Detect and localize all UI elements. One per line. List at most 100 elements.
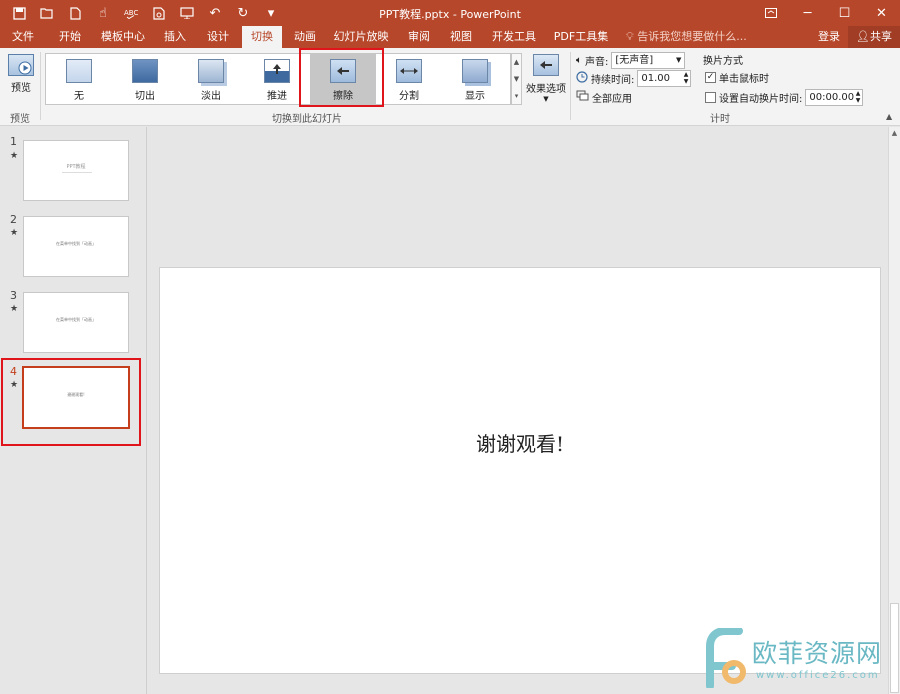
title-bar: ☝ ABC ↶ ↻ ▾ PPT教程.pptx - PowerPoint ─ ☐ … xyxy=(0,0,900,26)
share-label: 共享 xyxy=(869,30,892,43)
thumbnail-subtitle-line xyxy=(62,172,92,173)
preview-icon xyxy=(8,54,34,76)
print-preview-icon[interactable] xyxy=(146,3,172,23)
quick-access-toolbar: ☝ ABC ↶ ↻ ▾ xyxy=(6,3,284,23)
group-divider xyxy=(40,52,41,120)
chevron-down-icon: ▼ xyxy=(675,56,682,64)
auto-advance-checkbox[interactable] xyxy=(705,92,716,103)
slide-number: 3 xyxy=(10,289,17,302)
sound-label: 声音: xyxy=(585,57,609,68)
transition-none[interactable]: 无 xyxy=(46,54,112,104)
vertical-scrollbar[interactable]: ▲ xyxy=(888,127,900,694)
transition-label: 淡出 xyxy=(201,91,221,102)
spinner-arrows-icon[interactable]: ▲ ▼ xyxy=(684,71,689,85)
tab-animations[interactable]: 动画 xyxy=(288,26,322,48)
ribbon-display-icon[interactable] xyxy=(752,0,789,26)
gallery-scroll[interactable]: ▲ ▼ ▾ xyxy=(511,53,522,105)
preview-button[interactable]: 预览 xyxy=(4,52,38,98)
svg-text:ABC: ABC xyxy=(124,9,138,17)
transition-cut[interactable]: 切出 xyxy=(112,54,178,104)
watermark-name: 欧菲资源网 xyxy=(752,639,883,668)
tab-transitions[interactable]: 切换 xyxy=(242,26,282,48)
transitions-group-label: 切换到此幻灯片 xyxy=(272,114,342,125)
transition-split[interactable]: 分割 xyxy=(376,54,442,104)
scroll-up-icon[interactable]: ▲ xyxy=(889,129,900,137)
transition-label: 分割 xyxy=(399,91,419,102)
scroll-up-icon[interactable]: ▲ xyxy=(512,54,521,71)
save-icon[interactable] xyxy=(6,3,32,23)
spell-check-icon[interactable]: ABC xyxy=(118,3,144,23)
duration-row: 持续时间: 01.00 ▲ ▼ xyxy=(576,70,692,87)
maximize-button[interactable]: ☐ xyxy=(826,0,863,26)
on-click-label: 单击鼠标时 xyxy=(719,74,769,85)
tab-review[interactable]: 审阅 xyxy=(402,26,436,48)
window-controls: ─ ☐ ✕ xyxy=(752,0,900,26)
tell-me-box[interactable]: 💡︎ 告诉我您想要做什么... xyxy=(626,26,747,48)
effect-options-button[interactable]: 效果选项 ▼ xyxy=(524,54,568,104)
timing-group-label: 计时 xyxy=(710,114,730,125)
tab-home[interactable]: 开始 xyxy=(50,26,90,48)
redo-icon[interactable]: ↻ xyxy=(230,3,256,23)
slide-thumbnail-pane: 1 ★ PPT教程 2 ★ 在菜单中找到「动画」 3 ★ 在菜单中找到「动画」 … xyxy=(0,127,147,694)
ribbon: 预览 预览 无 切出 淡出 推进 擦除 分割 显示 ▲ ▼ ▾ 效果选项 ▼ 切… xyxy=(0,48,900,126)
watermark-url: www.office26.com xyxy=(756,670,880,681)
effect-options-icon xyxy=(533,54,559,76)
undo-icon[interactable]: ↶ xyxy=(202,3,228,23)
tab-insert[interactable]: 插入 xyxy=(158,26,192,48)
slide-thumbnail-1[interactable]: PPT教程 xyxy=(23,140,129,201)
auto-advance-value: 00:00.00 xyxy=(809,92,855,103)
tab-view[interactable]: 视图 xyxy=(444,26,478,48)
share-button[interactable]: 👤︎共享 xyxy=(848,26,900,48)
auto-advance-row: 设置自动换片时间: 00:00.00 ▲ ▼ xyxy=(705,89,864,106)
current-slide[interactable]: 谢谢观看! xyxy=(159,267,881,674)
effect-options-label: 效果选项 xyxy=(526,84,566,95)
gallery-more-icon[interactable]: ▾ xyxy=(512,88,521,104)
transition-gallery: 无 切出 淡出 推进 擦除 分割 显示 xyxy=(45,53,511,105)
thumbnail-text: PPT教程 xyxy=(66,164,86,170)
transition-fade[interactable]: 淡出 xyxy=(178,54,244,104)
on-click-checkbox[interactable]: ✓ xyxy=(705,72,716,83)
open-icon[interactable] xyxy=(34,3,60,23)
new-file-icon[interactable] xyxy=(62,3,88,23)
chevron-down-icon: ▼ xyxy=(543,95,549,103)
spinner-arrows-icon[interactable]: ▲ ▼ xyxy=(856,90,861,104)
slide-number: 4 xyxy=(10,365,17,378)
close-button[interactable]: ✕ xyxy=(863,0,900,26)
cut-transition-icon xyxy=(132,59,158,83)
apply-all-label: 全部应用 xyxy=(592,94,632,105)
slide-thumbnail-3[interactable]: 在菜单中找到「动画」 xyxy=(23,292,129,353)
transition-star-icon: ★ xyxy=(10,304,19,314)
minimize-button[interactable]: ─ xyxy=(789,0,826,26)
tab-design[interactable]: 设计 xyxy=(200,26,236,48)
slideshow-icon[interactable] xyxy=(174,3,200,23)
slide-thumbnail-2[interactable]: 在菜单中找到「动画」 xyxy=(23,216,129,277)
thumbnail-text: 在菜单中找到「动画」 xyxy=(56,241,96,246)
tab-file[interactable]: 文件 xyxy=(4,26,42,48)
watermark: 欧菲资源网 www.office26.com xyxy=(700,628,900,692)
tab-template-center[interactable]: 模板中心 xyxy=(96,26,150,48)
push-transition-icon xyxy=(264,59,290,83)
sound-value: [无声音] xyxy=(615,55,654,66)
reveal-transition-icon xyxy=(462,59,488,83)
transition-reveal[interactable]: 显示 xyxy=(442,54,508,104)
tab-pdf-tools[interactable]: PDF工具集 xyxy=(550,26,612,48)
sound-select[interactable]: [无声音] ▼ xyxy=(611,52,686,69)
apply-all-button[interactable]: 全部应用 xyxy=(576,90,632,105)
slide-text[interactable]: 谢谢观看! xyxy=(160,428,880,457)
split-transition-icon xyxy=(396,59,422,83)
login-link[interactable]: 登录 xyxy=(818,26,840,48)
ribbon-tab-bar: 文件 开始 模板中心 插入 设计 切换 动画 幻灯片放映 审阅 视图 开发工具 … xyxy=(0,26,900,48)
clock-icon xyxy=(576,71,588,86)
touch-mode-icon[interactable]: ☝ xyxy=(90,3,116,23)
auto-advance-time[interactable]: 00:00.00 ▲ ▼ xyxy=(805,89,864,106)
collapse-ribbon-icon[interactable]: ▲ xyxy=(886,112,892,121)
tab-developer[interactable]: 开发工具 xyxy=(486,26,542,48)
slide-thumbnail-4[interactable]: 谢谢观看! xyxy=(22,366,130,429)
tab-slide-show[interactable]: 幻灯片放映 xyxy=(328,26,394,48)
scroll-down-icon[interactable]: ▼ xyxy=(512,71,521,88)
duration-spinner[interactable]: 01.00 ▲ ▼ xyxy=(637,70,692,87)
thumbnail-text: 谢谢观看! xyxy=(67,392,85,397)
transition-label: 无 xyxy=(74,91,84,102)
customize-qat-icon[interactable]: ▾ xyxy=(258,3,284,23)
transition-star-icon: ★ xyxy=(10,151,19,161)
